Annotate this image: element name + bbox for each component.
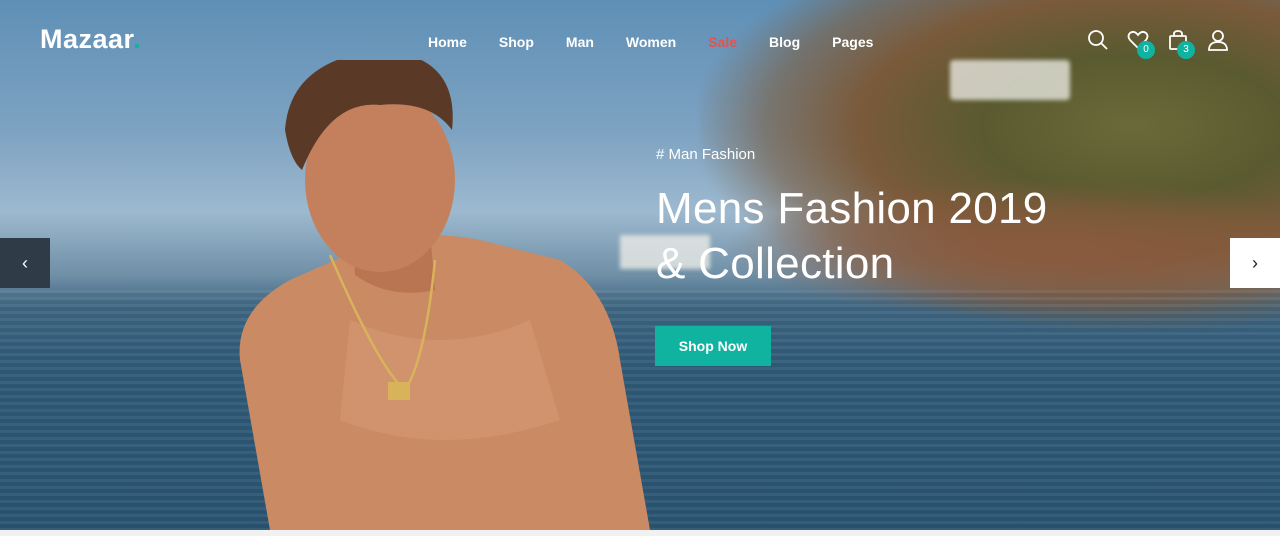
hero-title: Mens Fashion 2019 & Collection: [656, 181, 1048, 291]
next-slide-button[interactable]: ›: [1230, 238, 1280, 288]
nav-sale[interactable]: Sale: [692, 33, 753, 51]
model-image: [239, 60, 650, 530]
hero-title-line1: Mens Fashion 2019: [656, 184, 1048, 233]
prev-slide-button[interactable]: ‹: [0, 238, 50, 288]
page-divider: [0, 530, 1280, 536]
nav-man[interactable]: Man: [550, 33, 610, 51]
cart-count-badge: 3: [1177, 41, 1195, 59]
chevron-right-icon: ›: [1252, 252, 1258, 273]
nav-pages[interactable]: Pages: [816, 33, 889, 51]
wishlist-count-badge: 0: [1137, 41, 1155, 59]
search-icon[interactable]: [1086, 28, 1110, 52]
chevron-left-icon: ‹: [22, 252, 28, 273]
nav-blog[interactable]: Blog: [753, 33, 816, 51]
heart-icon[interactable]: 0: [1126, 28, 1155, 59]
hero-slider: Mazaar. Home Shop Man Women Sale Blog Pa…: [0, 0, 1280, 530]
shop-now-button[interactable]: Shop Now: [655, 326, 771, 366]
hero-title-line2: & Collection: [656, 239, 895, 288]
hero-tag: # Man Fashion: [656, 146, 756, 163]
nav-women[interactable]: Women: [610, 33, 692, 51]
bag-icon[interactable]: 3: [1166, 28, 1195, 59]
user-icon[interactable]: [1206, 28, 1230, 52]
nav-home[interactable]: Home: [412, 33, 483, 51]
main-menu: Home Shop Man Women Sale Blog Pages: [412, 33, 889, 51]
header-icons: 0 3: [1086, 28, 1230, 59]
hero-caption: # Man Fashion Mens Fashion 2019 & Collec…: [656, 146, 1048, 291]
nav-shop[interactable]: Shop: [483, 33, 550, 51]
logo[interactable]: Mazaar.: [40, 24, 141, 55]
top-navigation: Mazaar. Home Shop Man Women Sale Blog Pa…: [0, 0, 1280, 84]
